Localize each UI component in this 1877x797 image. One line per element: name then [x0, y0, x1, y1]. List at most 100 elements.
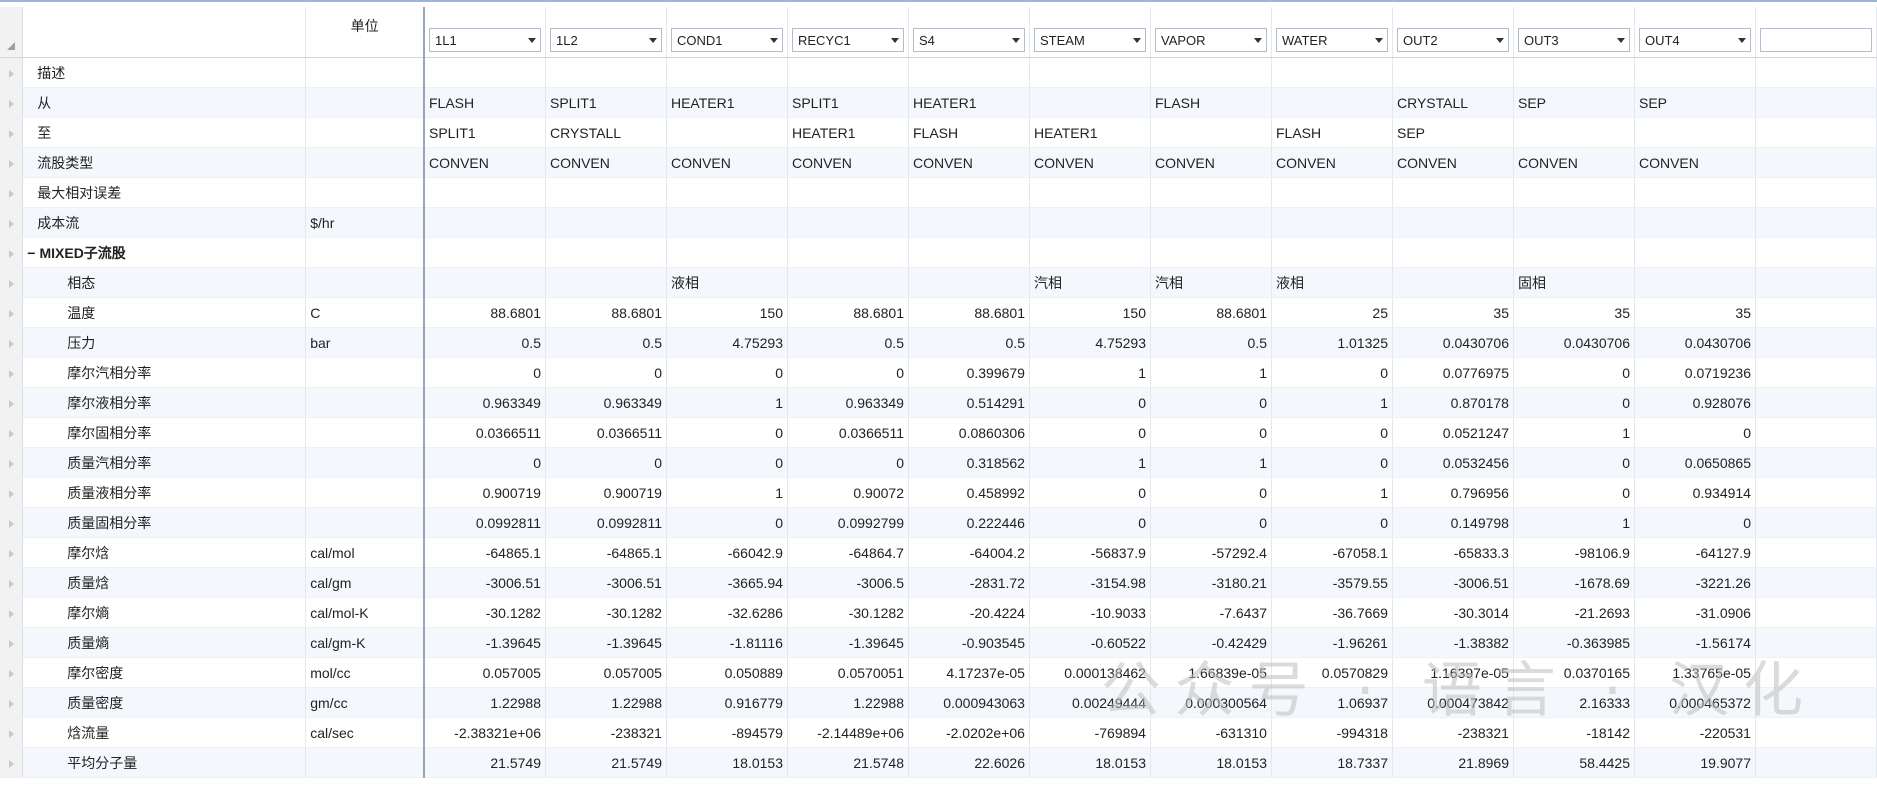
value-cell[interactable]: FLASH	[1150, 87, 1272, 118]
row-unit-cell[interactable]: $/hr	[305, 207, 425, 238]
value-cell[interactable]: 液相	[666, 267, 788, 298]
value-cell[interactable]: -2831.72	[908, 567, 1030, 598]
value-cell[interactable]: 1.22988	[787, 687, 909, 718]
value-cell[interactable]: SEP	[1634, 87, 1756, 118]
value-cell[interactable]: 0	[1271, 507, 1393, 538]
row-header[interactable]	[0, 207, 24, 238]
value-cell[interactable]	[545, 267, 667, 298]
value-cell[interactable]: 0.0366511	[423, 417, 546, 448]
value-cell[interactable]: 0	[1029, 417, 1151, 448]
value-cell[interactable]	[423, 177, 546, 208]
row-unit-cell[interactable]: cal/gm-K	[305, 627, 425, 658]
value-cell[interactable]: CONVEN	[423, 147, 546, 178]
value-cell[interactable]: 0.050889	[666, 657, 788, 688]
row-header[interactable]	[0, 177, 24, 208]
row-header[interactable]	[0, 717, 24, 748]
row-header[interactable]	[0, 297, 24, 328]
value-cell[interactable]: 0.0366511	[787, 417, 909, 448]
value-cell[interactable]: 0	[787, 447, 909, 478]
stream-selector-dropdown[interactable]: 1L1	[428, 28, 541, 52]
value-cell[interactable]: 1	[666, 477, 788, 508]
value-cell[interactable]: 1	[1271, 477, 1393, 508]
value-cell[interactable]: 0.000465372	[1634, 687, 1756, 718]
value-cell[interactable]: FLASH	[423, 87, 546, 118]
value-cell[interactable]: 4.17237e-05	[908, 657, 1030, 688]
value-cell[interactable]	[1029, 207, 1151, 238]
value-cell[interactable]: -64127.9	[1634, 537, 1756, 568]
value-cell[interactable]: -1.38382	[1392, 627, 1514, 658]
value-cell[interactable]	[908, 57, 1030, 88]
value-cell[interactable]: 0.0776975	[1392, 357, 1514, 388]
value-cell[interactable]: 0.0570829	[1271, 657, 1393, 688]
value-cell[interactable]	[1150, 177, 1272, 208]
value-cell[interactable]: -57292.4	[1150, 537, 1272, 568]
value-cell[interactable]: CONVEN	[1271, 147, 1393, 178]
value-cell[interactable]: -1.96261	[1271, 627, 1393, 658]
value-cell[interactable]	[1150, 57, 1272, 88]
value-cell[interactable]	[1634, 57, 1756, 88]
value-cell[interactable]	[1271, 87, 1393, 118]
value-cell[interactable]: 1.22988	[423, 687, 546, 718]
value-cell[interactable]: 0	[787, 357, 909, 388]
row-unit-cell[interactable]	[305, 267, 425, 298]
row-header[interactable]	[0, 387, 24, 418]
value-cell[interactable]: 0	[1029, 387, 1151, 418]
stream-selector-dropdown[interactable]: OUT3	[1517, 28, 1630, 52]
value-cell[interactable]: 0.458992	[908, 477, 1030, 508]
row-unit-cell[interactable]	[305, 117, 425, 148]
value-cell[interactable]: 1	[1513, 417, 1635, 448]
value-cell[interactable]: 88.6801	[1150, 297, 1272, 328]
value-cell[interactable]: 35	[1634, 297, 1756, 328]
row-header[interactable]	[0, 537, 24, 568]
value-cell[interactable]: CONVEN	[908, 147, 1030, 178]
value-cell[interactable]: 88.6801	[423, 297, 546, 328]
value-cell[interactable]: CONVEN	[1392, 147, 1514, 178]
value-cell[interactable]: 1	[666, 387, 788, 418]
stream-selector-dropdown[interactable]: STEAM	[1033, 28, 1146, 52]
value-cell[interactable]: -2.38321e+06	[423, 717, 546, 748]
value-cell[interactable]: 88.6801	[787, 297, 909, 328]
value-cell[interactable]: 0	[1513, 447, 1635, 478]
value-cell[interactable]: 0.000473842	[1392, 687, 1514, 718]
value-cell[interactable]: -64004.2	[908, 537, 1030, 568]
row-unit-cell[interactable]	[305, 447, 425, 478]
value-cell[interactable]: -0.363985	[1513, 627, 1635, 658]
value-cell[interactable]: 0	[1513, 387, 1635, 418]
row-unit-cell[interactable]: cal/mol-K	[305, 597, 425, 628]
value-cell[interactable]: 液相	[1271, 267, 1393, 298]
value-cell[interactable]	[423, 207, 546, 238]
collapse-toggle-icon[interactable]: −	[27, 245, 35, 261]
value-cell[interactable]: 汽相	[1029, 267, 1151, 298]
value-cell[interactable]	[423, 267, 546, 298]
value-cell[interactable]	[1150, 117, 1272, 148]
value-cell[interactable]: FLASH	[1271, 117, 1393, 148]
value-cell[interactable]: 0	[1271, 417, 1393, 448]
value-cell[interactable]: -0.903545	[908, 627, 1030, 658]
row-unit-cell[interactable]	[305, 357, 425, 388]
value-cell[interactable]: -66042.9	[666, 537, 788, 568]
value-cell[interactable]: 0.0521247	[1392, 417, 1514, 448]
value-cell[interactable]: -30.1282	[545, 597, 667, 628]
value-cell[interactable]: -64864.7	[787, 537, 909, 568]
value-cell[interactable]: HEATER1	[787, 117, 909, 148]
value-cell[interactable]: -1.81116	[666, 627, 788, 658]
value-cell[interactable]	[1392, 267, 1514, 298]
value-cell[interactable]: 0.900719	[545, 477, 667, 508]
value-cell[interactable]: 0	[1150, 387, 1272, 418]
value-cell[interactable]	[545, 57, 667, 88]
value-cell[interactable]: -631310	[1150, 717, 1272, 748]
value-cell[interactable]: -98106.9	[1513, 537, 1635, 568]
value-cell[interactable]	[1513, 117, 1635, 148]
value-cell[interactable]: CRYSTALL	[545, 117, 667, 148]
value-cell[interactable]: -10.9033	[1029, 597, 1151, 628]
value-cell[interactable]: -18142	[1513, 717, 1635, 748]
value-cell[interactable]: 0	[423, 447, 546, 478]
value-cell[interactable]: 0.5	[545, 327, 667, 358]
value-cell[interactable]: 0	[666, 417, 788, 448]
stream-selector-dropdown[interactable]: OUT2	[1396, 28, 1509, 52]
value-cell[interactable]: 1.22988	[545, 687, 667, 718]
value-cell[interactable]: -67058.1	[1271, 537, 1393, 568]
value-cell[interactable]: 0	[666, 357, 788, 388]
value-cell[interactable]: 150	[1029, 297, 1151, 328]
value-cell[interactable]: 0	[1150, 477, 1272, 508]
